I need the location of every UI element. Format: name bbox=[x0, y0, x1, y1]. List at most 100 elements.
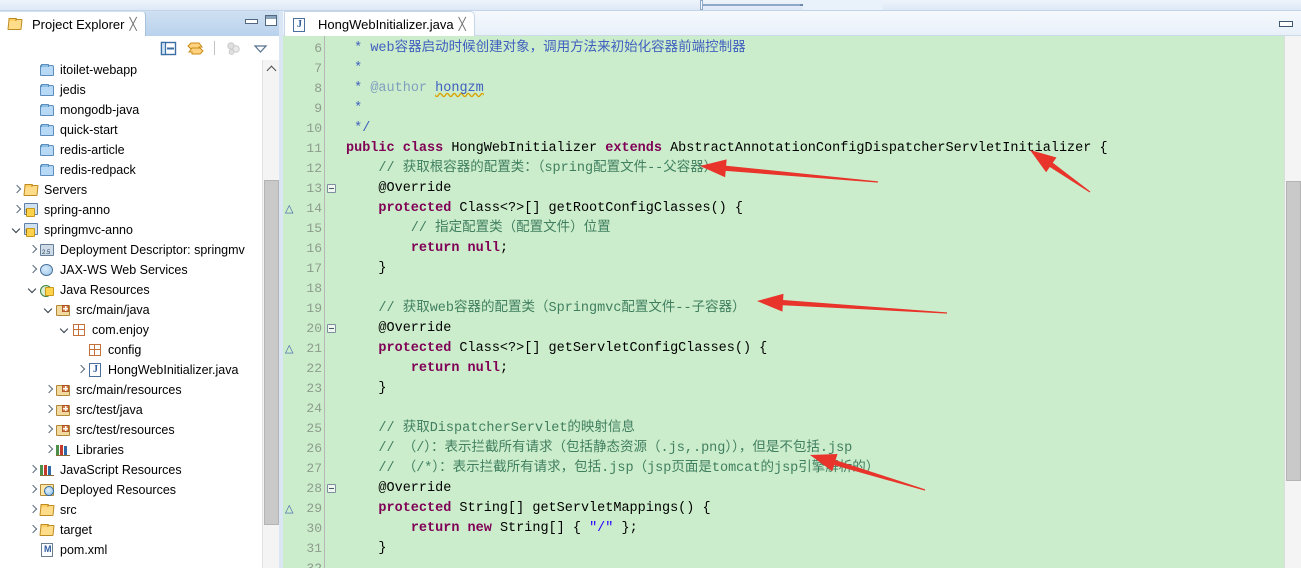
code-line[interactable]: * web容器启动时候创建对象，调用方法来初始化容器前端控制器 bbox=[346, 39, 746, 59]
tree-item-quick-start[interactable]: quick-start bbox=[0, 120, 266, 140]
code-line[interactable]: */ bbox=[346, 119, 370, 139]
scrollbar-thumb[interactable] bbox=[1286, 181, 1301, 481]
chevron-right-icon[interactable] bbox=[26, 520, 39, 540]
chevron-right-icon[interactable] bbox=[26, 500, 39, 520]
folder-blue-icon bbox=[39, 142, 56, 158]
chevron-right-icon[interactable] bbox=[42, 420, 55, 440]
code-line[interactable]: @Override bbox=[346, 179, 451, 199]
code-line[interactable]: // （/）：表示拦截所有请求（包括静态资源（.js,.png）），但是不包括.… bbox=[346, 439, 852, 459]
code-line[interactable]: protected Class<?>[] getRootConfigClasse… bbox=[346, 199, 743, 219]
view-menu-icon[interactable] bbox=[252, 40, 269, 57]
tree-item-config[interactable]: config bbox=[0, 340, 266, 360]
minimize-icon[interactable] bbox=[245, 16, 258, 25]
tree-item-jedis[interactable]: jedis bbox=[0, 80, 266, 100]
tree-item-target[interactable]: target bbox=[0, 520, 266, 540]
fold-collapse-icon[interactable] bbox=[327, 184, 336, 193]
close-icon[interactable]: ╳ bbox=[129, 18, 136, 30]
folder-blue-icon bbox=[39, 102, 56, 118]
marker-bar[interactable] bbox=[283, 36, 297, 568]
maximize-icon[interactable] bbox=[265, 15, 277, 26]
tree-item-servers[interactable]: Servers bbox=[0, 180, 266, 200]
override-marker-icon[interactable] bbox=[285, 342, 295, 357]
override-marker-icon[interactable] bbox=[285, 202, 295, 217]
code-line[interactable]: return new String[] { "/" }; bbox=[346, 519, 638, 539]
toolbar-separator bbox=[214, 41, 215, 55]
tree-item-pom-xml[interactable]: pom.xml bbox=[0, 540, 266, 560]
code-line[interactable]: // 获取DispatcherServlet的映射信息 bbox=[346, 419, 635, 439]
focus-on-active-task-icon[interactable] bbox=[225, 40, 242, 57]
code-line[interactable]: } bbox=[346, 379, 386, 399]
tree-item-java-resources[interactable]: Java Resources bbox=[0, 280, 266, 300]
code-line[interactable]: protected String[] getServletMappings() … bbox=[346, 499, 710, 519]
code-area[interactable]: * web容器启动时候创建对象，调用方法来初始化容器前端控制器 * * @aut… bbox=[338, 36, 1301, 568]
code-line[interactable]: protected Class<?>[] getServletConfigCla… bbox=[346, 339, 767, 359]
code-line[interactable]: @Override bbox=[346, 479, 451, 499]
code-line[interactable]: return null; bbox=[346, 239, 508, 259]
tab-hongwebinitializer-java[interactable]: HongWebInitializer.java ╳ bbox=[284, 11, 475, 36]
code-line[interactable]: return null; bbox=[346, 359, 508, 379]
code-line[interactable]: // 获取根容器的配置类：（spring配置文件--父容器） bbox=[346, 159, 717, 179]
editor-body[interactable]: 6 7 8 9 10 11 12 13 14 15 16 17 18 19 20 21 22 23 24 25 26 27… bbox=[283, 36, 1301, 568]
folding-ruler[interactable] bbox=[326, 36, 338, 568]
link-with-editor-icon[interactable] bbox=[187, 40, 204, 57]
code-line[interactable]: * @author hongzm bbox=[346, 79, 484, 99]
fold-collapse-icon[interactable] bbox=[327, 484, 336, 493]
code-line[interactable]: // （/*）：表示拦截所有请求，包括.jsp（jsp页面是tomcat的jsp… bbox=[346, 459, 879, 479]
tree-item-redis-redpack[interactable]: redis-redpack bbox=[0, 160, 266, 180]
chevron-right-icon[interactable] bbox=[42, 440, 55, 460]
code-line[interactable]: * bbox=[346, 99, 370, 119]
code-line[interactable]: public class HongWebInitializer extends … bbox=[346, 139, 1108, 159]
tree-item-redis-article[interactable]: redis-article bbox=[0, 140, 266, 160]
code-token: // 指定配置类（配置文件）位置 bbox=[346, 221, 611, 236]
chevron-right-icon[interactable] bbox=[26, 480, 39, 500]
scrollbar-thumb[interactable] bbox=[264, 180, 279, 525]
tree-item-spring-anno[interactable]: spring-anno bbox=[0, 200, 266, 220]
chevron-right-icon[interactable] bbox=[42, 400, 55, 420]
fold-collapse-icon[interactable] bbox=[327, 324, 336, 333]
collapse-all-icon[interactable] bbox=[160, 40, 177, 57]
chevron-down-icon[interactable] bbox=[42, 300, 55, 320]
tree-item-mongodb-java[interactable]: mongodb-java bbox=[0, 100, 266, 120]
tree-item-hongwebinitializer-java[interactable]: HongWebInitializer.java bbox=[0, 360, 266, 380]
minimize-icon[interactable] bbox=[1279, 18, 1293, 28]
chevron-down-icon[interactable] bbox=[10, 220, 23, 240]
tree-item-jax-ws-web-services[interactable]: JAX-WS Web Services bbox=[0, 260, 266, 280]
code-line[interactable]: } bbox=[346, 539, 386, 559]
tree-item-src[interactable]: src bbox=[0, 500, 266, 520]
code-line[interactable]: } bbox=[346, 259, 386, 279]
scroll-up-icon[interactable] bbox=[263, 60, 280, 77]
override-marker-icon[interactable] bbox=[285, 502, 295, 517]
chevron-down-icon[interactable] bbox=[26, 280, 39, 300]
tree-item-src-test-java[interactable]: src/test/java bbox=[0, 400, 266, 420]
code-line[interactable]: // 获取web容器的配置类（Springmvc配置文件--子容器） bbox=[346, 299, 745, 319]
chevron-down-icon[interactable] bbox=[58, 320, 71, 340]
tree-item-src-main-resources[interactable]: src/main/resources bbox=[0, 380, 266, 400]
tab-project-explorer[interactable]: Project Explorer ╳ bbox=[0, 11, 146, 36]
chevron-right-icon[interactable] bbox=[74, 360, 87, 380]
code-token: * bbox=[346, 81, 371, 96]
tree-item-deployment-descriptor-springmv[interactable]: Deployment Descriptor: springmv bbox=[0, 240, 266, 260]
code-token: null bbox=[467, 361, 500, 376]
close-icon[interactable]: ╳ bbox=[459, 18, 466, 30]
chevron-right-icon[interactable] bbox=[26, 260, 39, 280]
tree-item-itoilet-webapp[interactable]: itoilet-webapp bbox=[0, 60, 266, 80]
tree-item-deployed-resources[interactable]: Deployed Resources bbox=[0, 480, 266, 500]
chevron-right-icon[interactable] bbox=[10, 200, 23, 220]
tree-item-src-main-java[interactable]: src/main/java bbox=[0, 300, 266, 320]
code-line[interactable]: // 指定配置类（配置文件）位置 bbox=[346, 219, 611, 239]
tree-item-src-test-resources[interactable]: src/test/resources bbox=[0, 420, 266, 440]
tree-item-javascript-resources[interactable]: JavaScript Resources bbox=[0, 460, 266, 480]
tree-item-com-enjoy[interactable]: com.enjoy bbox=[0, 320, 266, 340]
chevron-right-icon[interactable] bbox=[10, 180, 23, 200]
editor-vertical-scrollbar[interactable] bbox=[1284, 36, 1301, 568]
project-explorer-scrollbar[interactable] bbox=[262, 60, 279, 568]
chevron-right-icon[interactable] bbox=[26, 240, 39, 260]
code-line[interactable]: @Override bbox=[346, 319, 451, 339]
code-line[interactable]: * bbox=[346, 59, 370, 79]
chevron-right-icon[interactable] bbox=[26, 460, 39, 480]
tree-item-springmvc-anno[interactable]: springmvc-anno bbox=[0, 220, 266, 240]
tree-item-libraries[interactable]: Libraries bbox=[0, 440, 266, 460]
chevron-right-icon[interactable] bbox=[42, 380, 55, 400]
project-tree-scroll-area[interactable]: itoilet-webapp jedis mongodb-java quick-sta… bbox=[0, 60, 283, 568]
